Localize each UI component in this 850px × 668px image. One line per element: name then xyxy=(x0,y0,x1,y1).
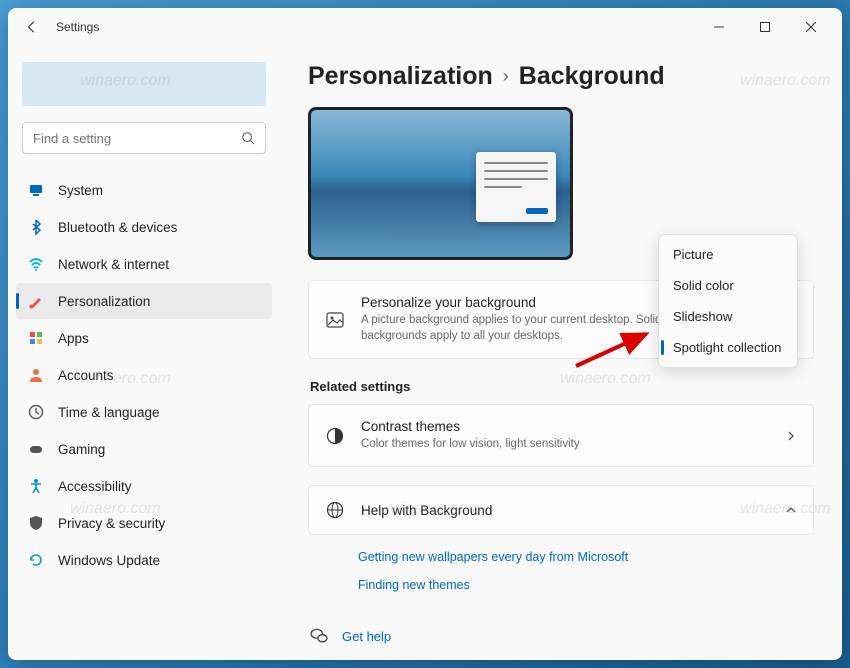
help-background-card[interactable]: Help with Background xyxy=(308,485,814,535)
background-type-dropdown: PictureSolid colorSlideshowSpotlight col… xyxy=(658,234,798,368)
dropdown-option[interactable]: Spotlight collection xyxy=(659,332,797,363)
update-icon xyxy=(28,552,44,568)
chevron-right-icon: › xyxy=(503,66,509,87)
maximize-icon xyxy=(760,22,770,32)
breadcrumb-current: Background xyxy=(519,62,665,91)
sidebar-item-label: Bluetooth & devices xyxy=(58,220,177,235)
minimize-button[interactable] xyxy=(696,11,742,43)
sidebar-item-network-internet[interactable]: Network & internet xyxy=(16,246,272,282)
sidebar: System Bluetooth & devices Network & inter… xyxy=(8,46,288,660)
shield-icon xyxy=(28,515,44,531)
preview-window-mock xyxy=(476,152,556,222)
breadcrumb: Personalization › Background xyxy=(308,62,814,91)
sidebar-item-label: Windows Update xyxy=(58,553,160,568)
titlebar: Settings xyxy=(8,8,842,46)
sidebar-item-windows-update[interactable]: Windows Update xyxy=(16,542,272,578)
wifi-icon xyxy=(28,256,44,272)
sidebar-item-bluetooth-devices[interactable]: Bluetooth & devices xyxy=(16,209,272,245)
arrow-left-icon xyxy=(25,20,39,34)
contrast-icon xyxy=(325,426,345,446)
minimize-icon xyxy=(714,22,724,32)
settings-window: Settings System Bluetooth & devices Networ… xyxy=(8,8,842,660)
accessibility-icon xyxy=(28,478,44,494)
brush-icon xyxy=(28,293,44,309)
contrast-themes-card[interactable]: Contrast themes Color themes for low vis… xyxy=(308,404,814,467)
person-icon xyxy=(28,367,44,383)
close-icon xyxy=(806,22,816,32)
sidebar-item-accessibility[interactable]: Accessibility xyxy=(16,468,272,504)
sidebar-item-label: Personalization xyxy=(58,294,150,309)
sidebar-item-label: Time & language xyxy=(58,405,160,420)
sidebar-item-label: Accessibility xyxy=(58,479,132,494)
chevron-up-icon xyxy=(785,504,797,516)
close-button[interactable] xyxy=(788,11,834,43)
bluetooth-icon xyxy=(28,219,44,235)
help-link[interactable]: Finding new themes xyxy=(358,571,814,599)
search-input[interactable] xyxy=(33,131,241,146)
sidebar-item-apps[interactable]: Apps xyxy=(16,320,272,356)
window-title: Settings xyxy=(56,20,99,34)
system-icon xyxy=(28,182,44,198)
sidebar-item-label: Apps xyxy=(58,331,89,346)
get-help-link[interactable]: Get help xyxy=(308,619,814,653)
apps-icon xyxy=(28,330,44,346)
sidebar-item-label: Privacy & security xyxy=(58,516,165,531)
give-feedback-link[interactable]: Give feedback xyxy=(308,653,814,660)
help-link[interactable]: Getting new wallpapers every day from Mi… xyxy=(358,543,814,571)
content-area: Personalization › Background Personalize… xyxy=(288,46,842,660)
dropdown-option[interactable]: Slideshow xyxy=(659,301,797,332)
card-description: Color themes for low vision, light sensi… xyxy=(361,436,769,452)
chevron-right-icon xyxy=(785,430,797,442)
sidebar-item-label: Network & internet xyxy=(58,257,169,272)
clock-icon xyxy=(28,404,44,420)
card-title: Help with Background xyxy=(361,503,769,518)
sidebar-item-time-language[interactable]: Time & language xyxy=(16,394,272,430)
sidebar-item-label: Gaming xyxy=(58,442,105,457)
window-controls xyxy=(696,11,834,43)
sidebar-item-label: System xyxy=(58,183,103,198)
dropdown-option[interactable]: Solid color xyxy=(659,270,797,301)
maximize-button[interactable] xyxy=(742,11,788,43)
dropdown-option[interactable]: Picture xyxy=(659,239,797,270)
sidebar-item-system[interactable]: System xyxy=(16,172,272,208)
globe-icon xyxy=(325,500,345,520)
card-title: Contrast themes xyxy=(361,419,769,434)
related-settings-label: Related settings xyxy=(310,379,814,394)
desktop-preview xyxy=(308,107,573,260)
search-box[interactable] xyxy=(22,122,266,154)
sidebar-item-label: Accounts xyxy=(58,368,114,383)
help-chat-icon xyxy=(310,627,328,645)
sidebar-item-privacy-security[interactable]: Privacy & security xyxy=(16,505,272,541)
link-label: Get help xyxy=(342,629,391,644)
image-icon xyxy=(325,310,345,330)
profile-area[interactable] xyxy=(22,62,266,106)
help-links: Getting new wallpapers every day from Mi… xyxy=(308,539,814,609)
gaming-icon xyxy=(28,441,44,457)
search-icon xyxy=(241,131,255,145)
breadcrumb-parent[interactable]: Personalization xyxy=(308,62,493,91)
sidebar-item-accounts[interactable]: Accounts xyxy=(16,357,272,393)
sidebar-item-gaming[interactable]: Gaming xyxy=(16,431,272,467)
back-button[interactable] xyxy=(16,11,48,43)
sidebar-item-personalization[interactable]: Personalization xyxy=(16,283,272,319)
